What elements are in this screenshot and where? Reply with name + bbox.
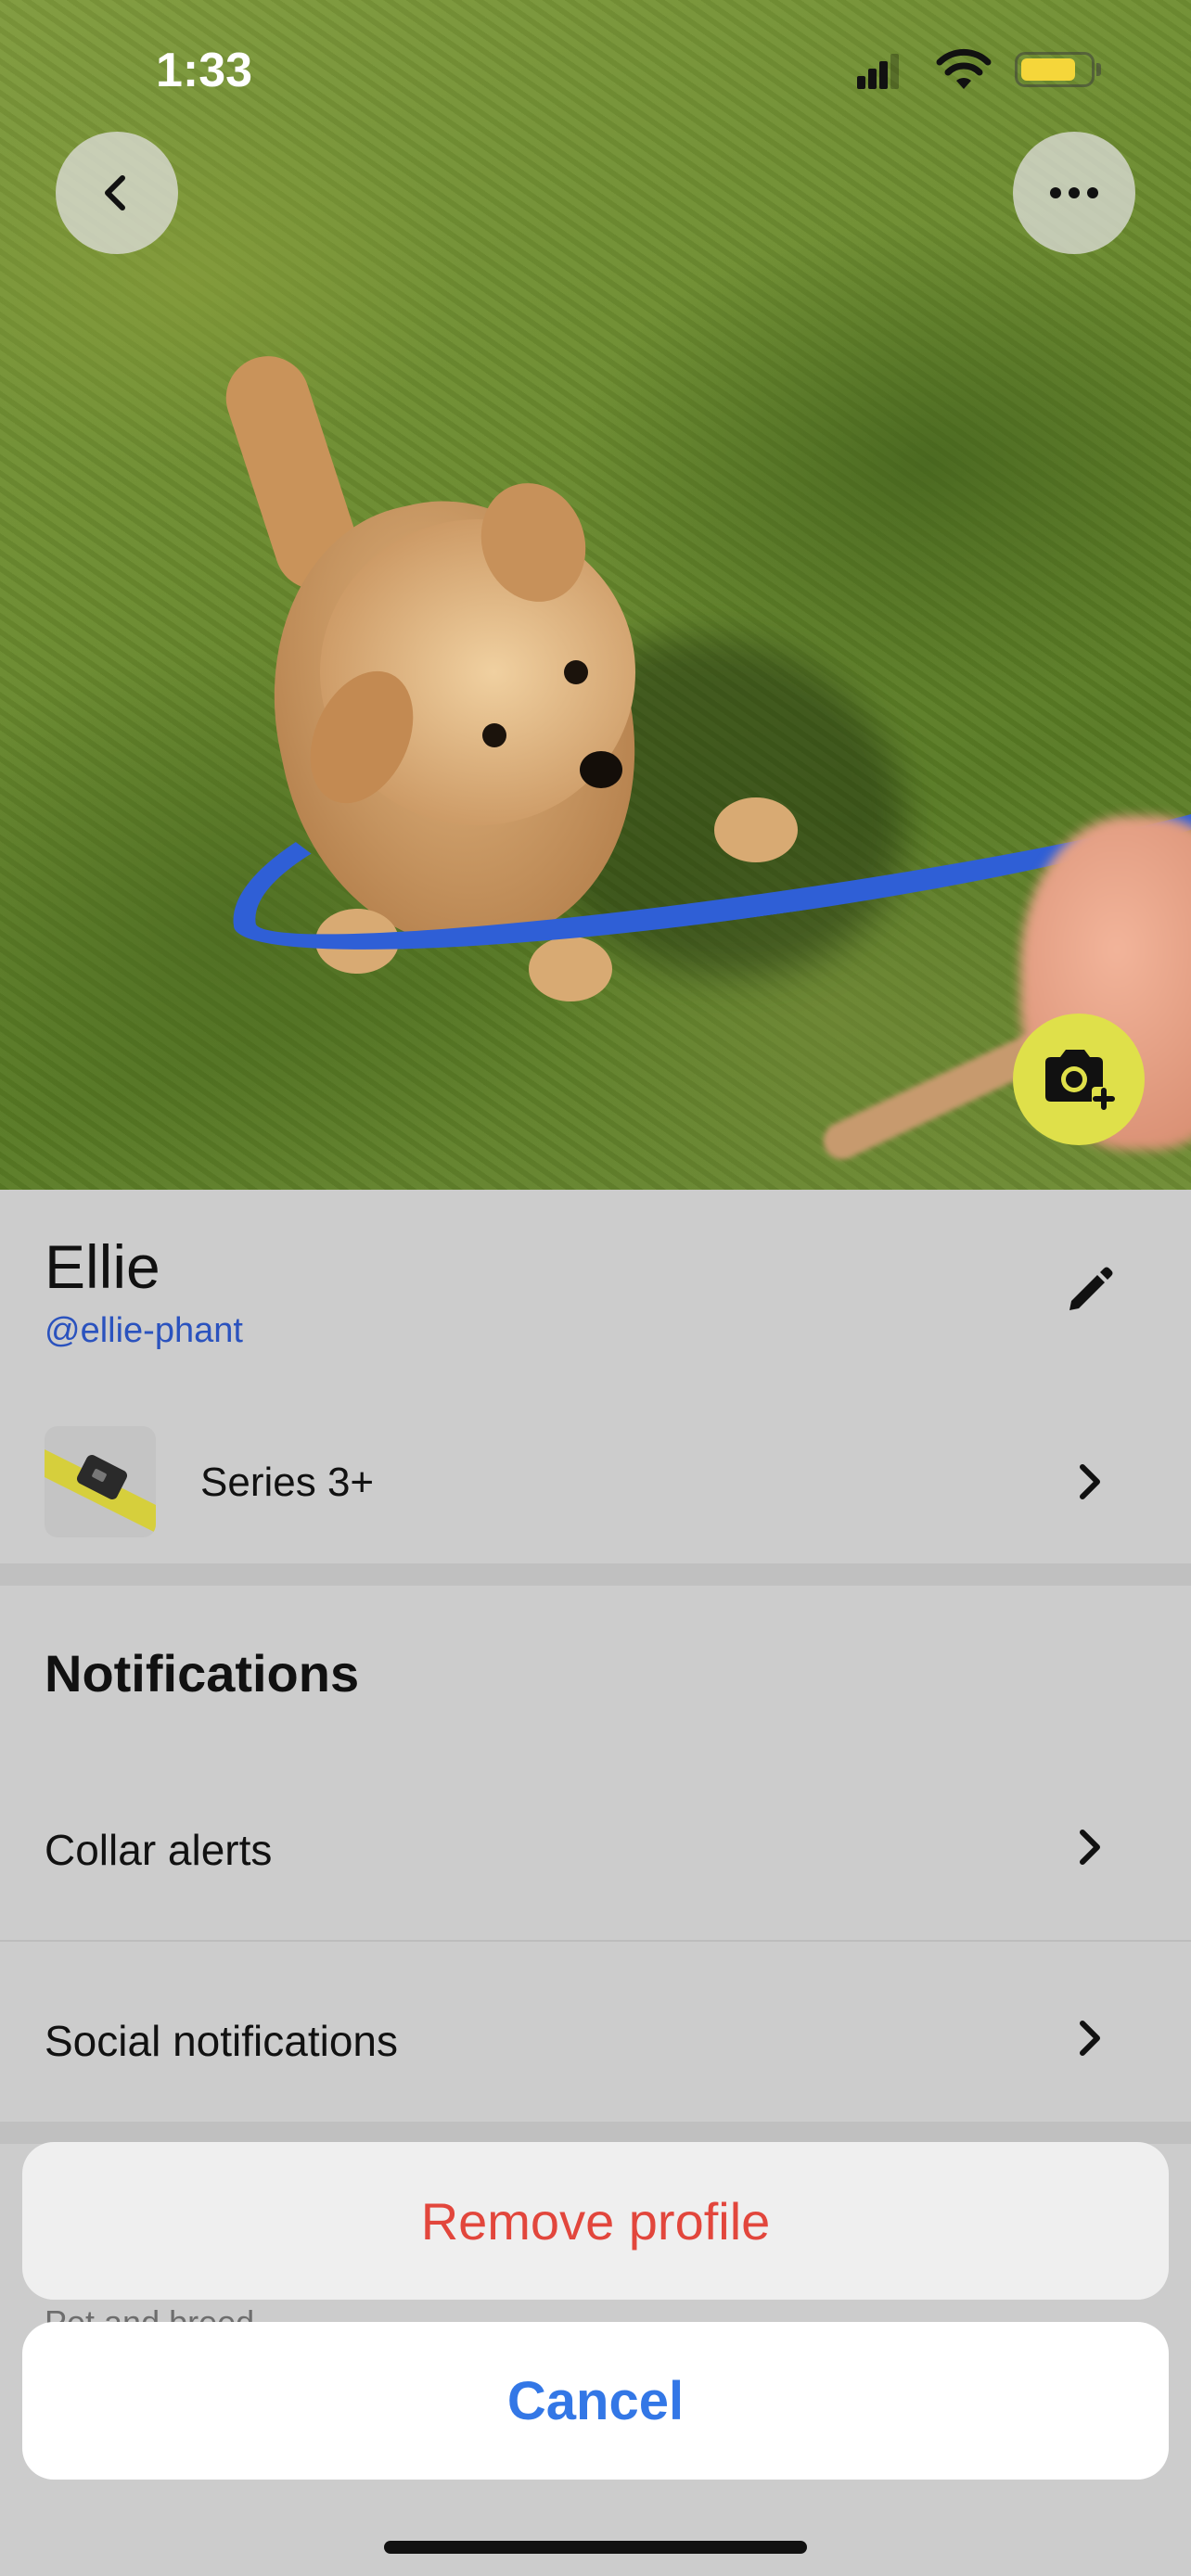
status-time: 1:33 bbox=[156, 44, 253, 97]
pet-name: Ellie bbox=[45, 1232, 160, 1301]
camera-plus-icon bbox=[1045, 1050, 1116, 1111]
wifi-icon bbox=[935, 48, 992, 91]
change-photo-button[interactable] bbox=[1013, 1014, 1145, 1145]
home-indicator bbox=[384, 2541, 807, 2554]
dog-paw bbox=[529, 937, 612, 1001]
chevron-right-icon bbox=[1069, 1461, 1109, 1502]
chevron-right-icon bbox=[1069, 1827, 1109, 1868]
list-item-label: Collar alerts bbox=[45, 1826, 273, 1874]
back-button[interactable] bbox=[56, 132, 178, 254]
pet-handle[interactable]: @ellie-phant bbox=[45, 1311, 243, 1351]
collar-device-image bbox=[45, 1426, 156, 1537]
pencil-icon bbox=[1069, 1267, 1113, 1310]
dog-eye bbox=[482, 723, 506, 747]
battery-level bbox=[1021, 58, 1075, 81]
list-item-label: Social notifications bbox=[45, 2017, 398, 2065]
remove-profile-button[interactable]: Remove profile bbox=[22, 2142, 1169, 2300]
list-item-collar-alerts[interactable]: Collar alerts bbox=[0, 1751, 1191, 1942]
ellipsis-icon bbox=[1050, 187, 1098, 198]
section-divider bbox=[0, 1563, 1191, 1586]
chevron-left-icon bbox=[105, 175, 125, 210]
device-label: Series 3+ bbox=[200, 1460, 375, 1505]
more-options-button[interactable] bbox=[1013, 132, 1135, 254]
notifications-title: Notifications bbox=[45, 1644, 360, 1702]
battery-cap bbox=[1096, 63, 1101, 76]
dog-eye bbox=[564, 660, 588, 684]
list-item-social-notifications[interactable]: Social notifications bbox=[0, 1942, 1191, 2133]
pet-cover-photo bbox=[0, 0, 1191, 1190]
battery-icon bbox=[1015, 52, 1095, 87]
chevron-right-icon bbox=[1069, 2018, 1109, 2059]
device-row[interactable]: Series 3+ bbox=[0, 1409, 1191, 1556]
edit-profile-button[interactable] bbox=[1057, 1261, 1119, 1322]
section-divider bbox=[0, 2122, 1191, 2144]
cellular-signal-icon bbox=[857, 52, 900, 89]
cancel-button[interactable]: Cancel bbox=[22, 2322, 1169, 2480]
